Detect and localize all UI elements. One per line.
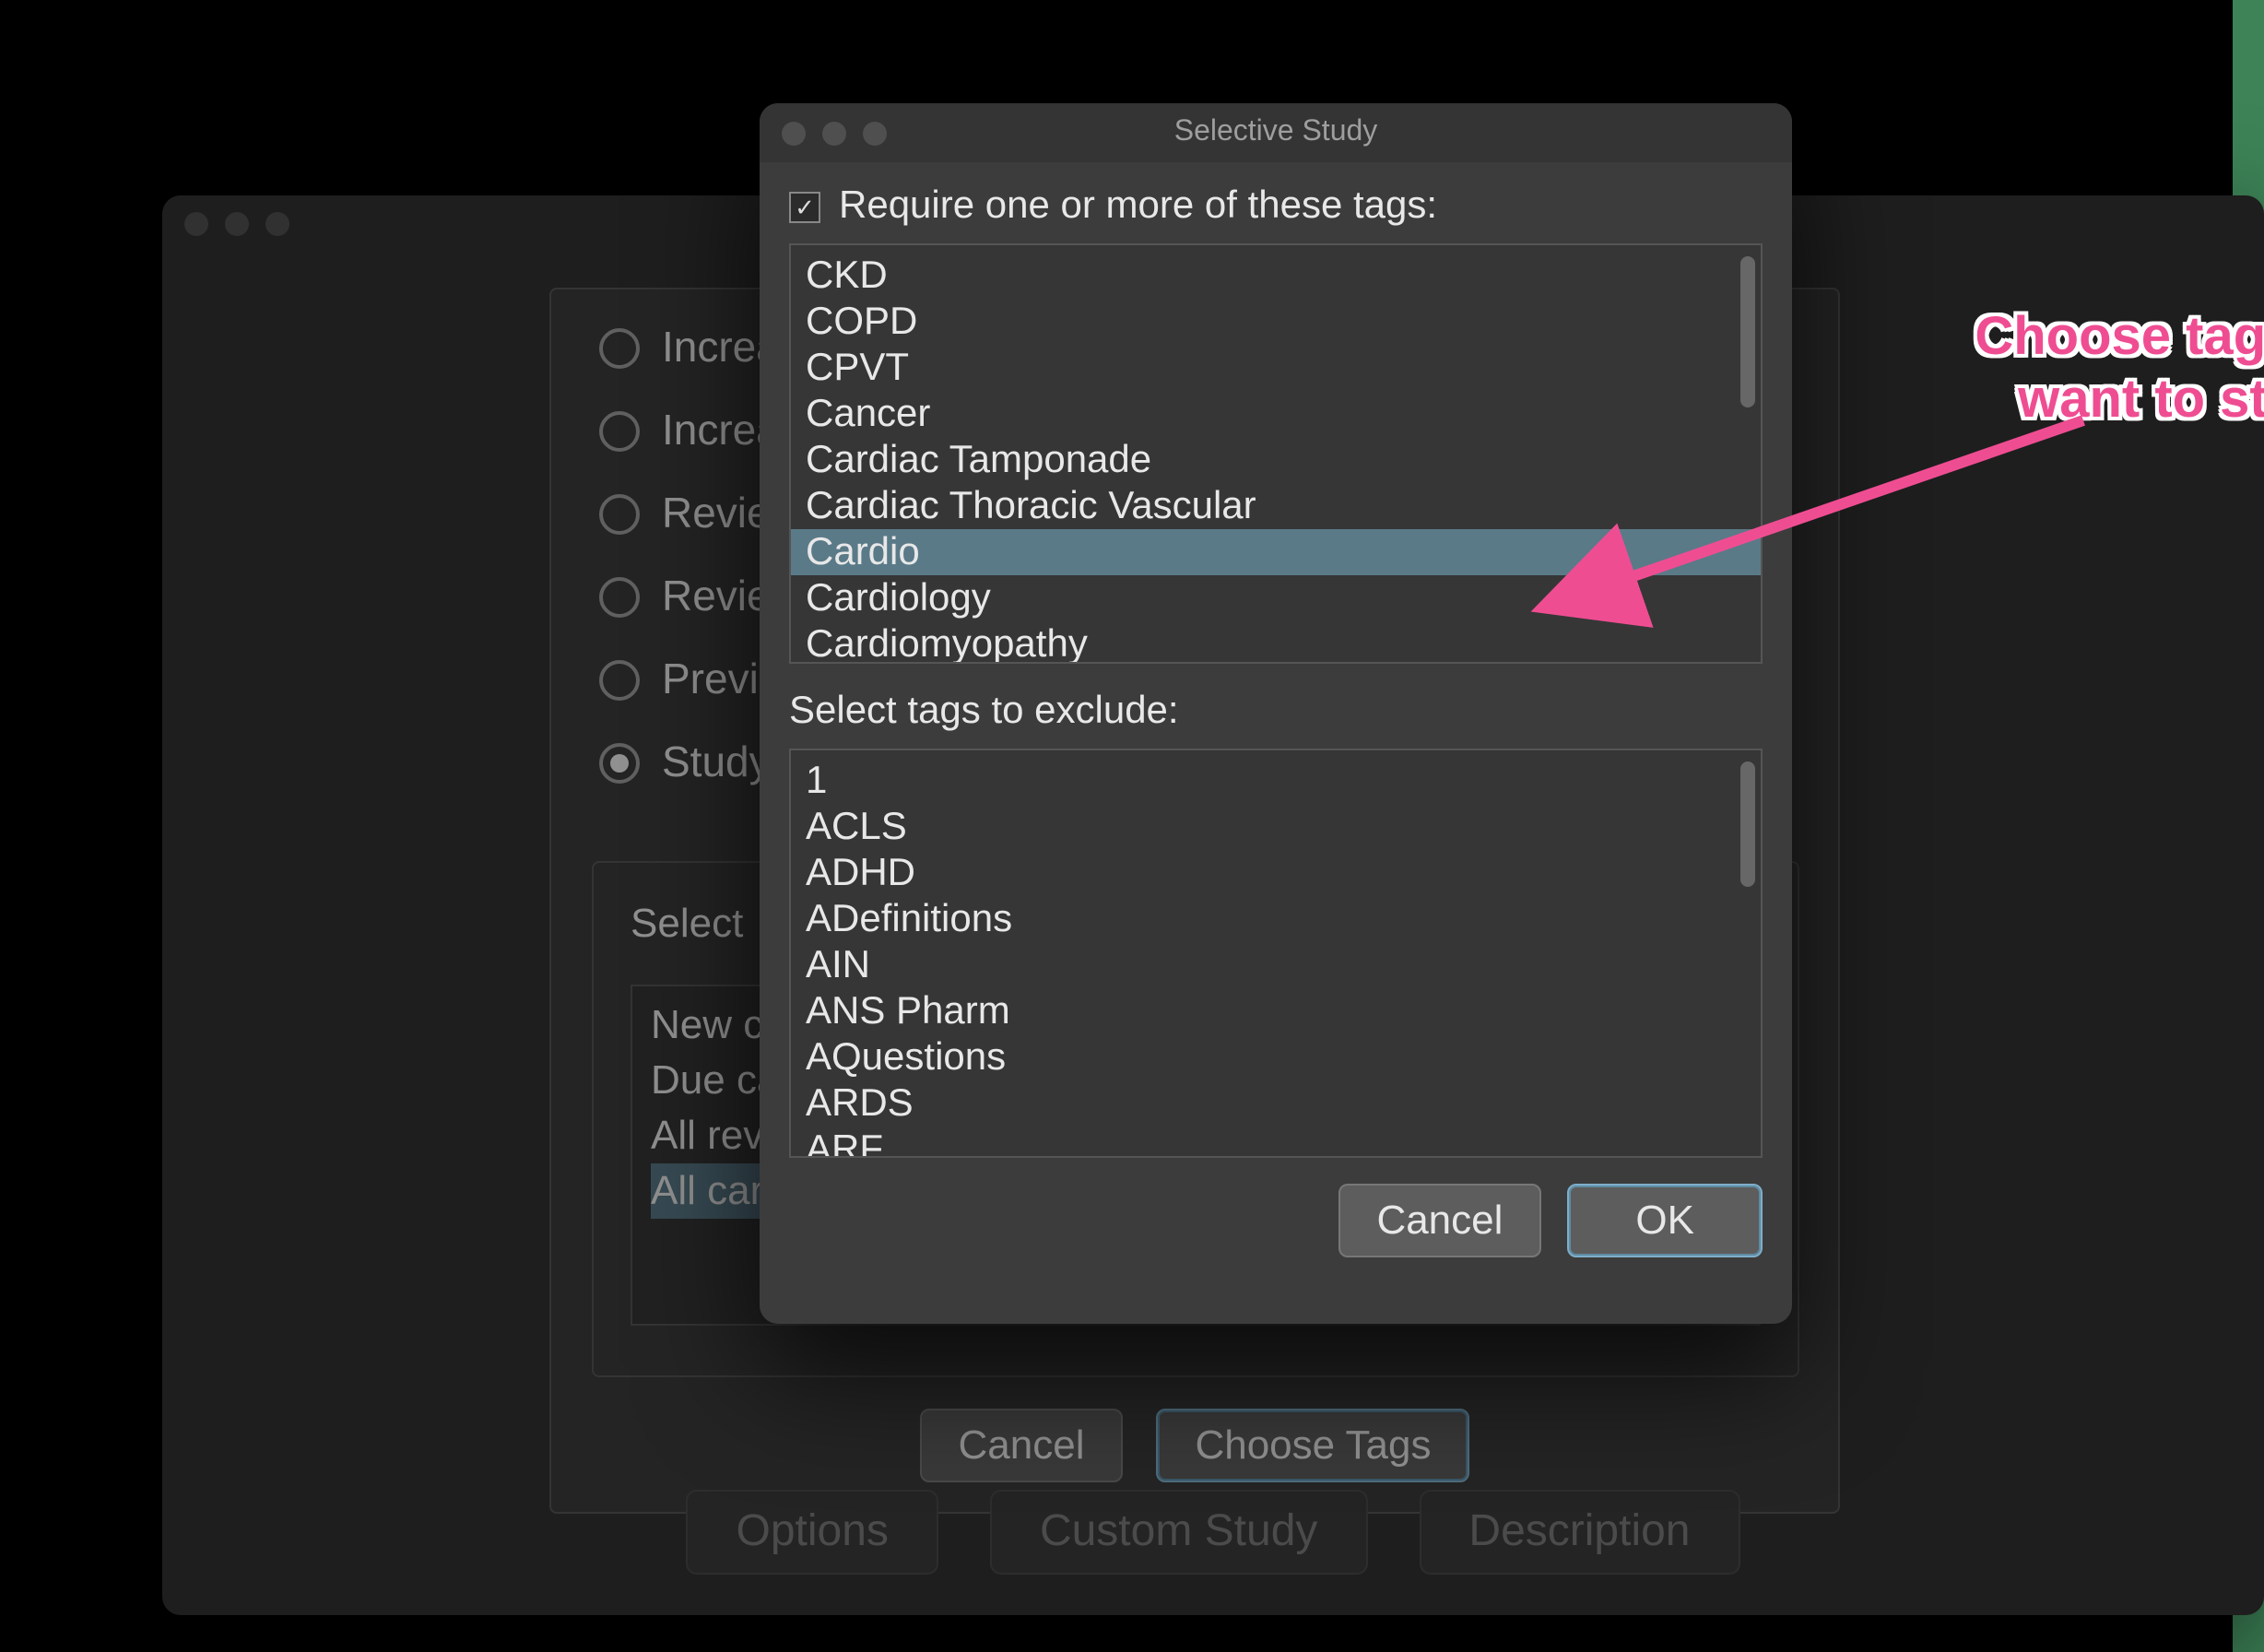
include-scrollbar-thumb[interactable] [1740, 256, 1755, 407]
exclude-tag-item[interactable]: AIN [806, 942, 1746, 988]
exclude-tags-label: Select tags to exclude: [789, 690, 1763, 734]
dialog-titlebar: Selective Study [760, 103, 1792, 162]
require-tags-label: Require one or more of these tags: [839, 184, 1437, 229]
exclude-scrollbar-thumb[interactable] [1740, 761, 1755, 887]
require-tags-checkbox[interactable]: ✓ [789, 191, 820, 222]
exclude-tag-item[interactable]: AQuestions [806, 1034, 1746, 1080]
include-tag-item[interactable]: Cardiomyopathy [806, 621, 1746, 664]
dialog-ok-button[interactable]: OK [1567, 1184, 1763, 1257]
exclude-tag-item[interactable]: ARDS [806, 1080, 1746, 1127]
dialog-cancel-button[interactable]: Cancel [1338, 1184, 1541, 1257]
exclude-tag-item[interactable]: ADHD [806, 850, 1746, 896]
exclude-tag-item[interactable]: ANS Pharm [806, 988, 1746, 1034]
selective-study-dialog: Selective Study ✓ Require one or more of… [760, 103, 1792, 1324]
exclude-tags-listbox[interactable]: 1ACLSADHDADefinitionsAINANS PharmAQuesti… [789, 749, 1763, 1158]
exclude-tag-item[interactable]: ARF [806, 1127, 1746, 1158]
dialog-title: Selective Study [760, 116, 1792, 149]
exclude-tag-item[interactable]: ADefinitions [806, 896, 1746, 942]
exclude-tag-item[interactable]: ACLS [806, 804, 1746, 850]
include-tag-item[interactable]: CKD [806, 253, 1746, 299]
annotation-arrow [1512, 406, 2120, 627]
include-tag-item[interactable]: COPD [806, 299, 1746, 345]
exclude-tag-item[interactable]: 1 [806, 758, 1746, 804]
include-tag-item[interactable]: CPVT [806, 345, 1746, 391]
